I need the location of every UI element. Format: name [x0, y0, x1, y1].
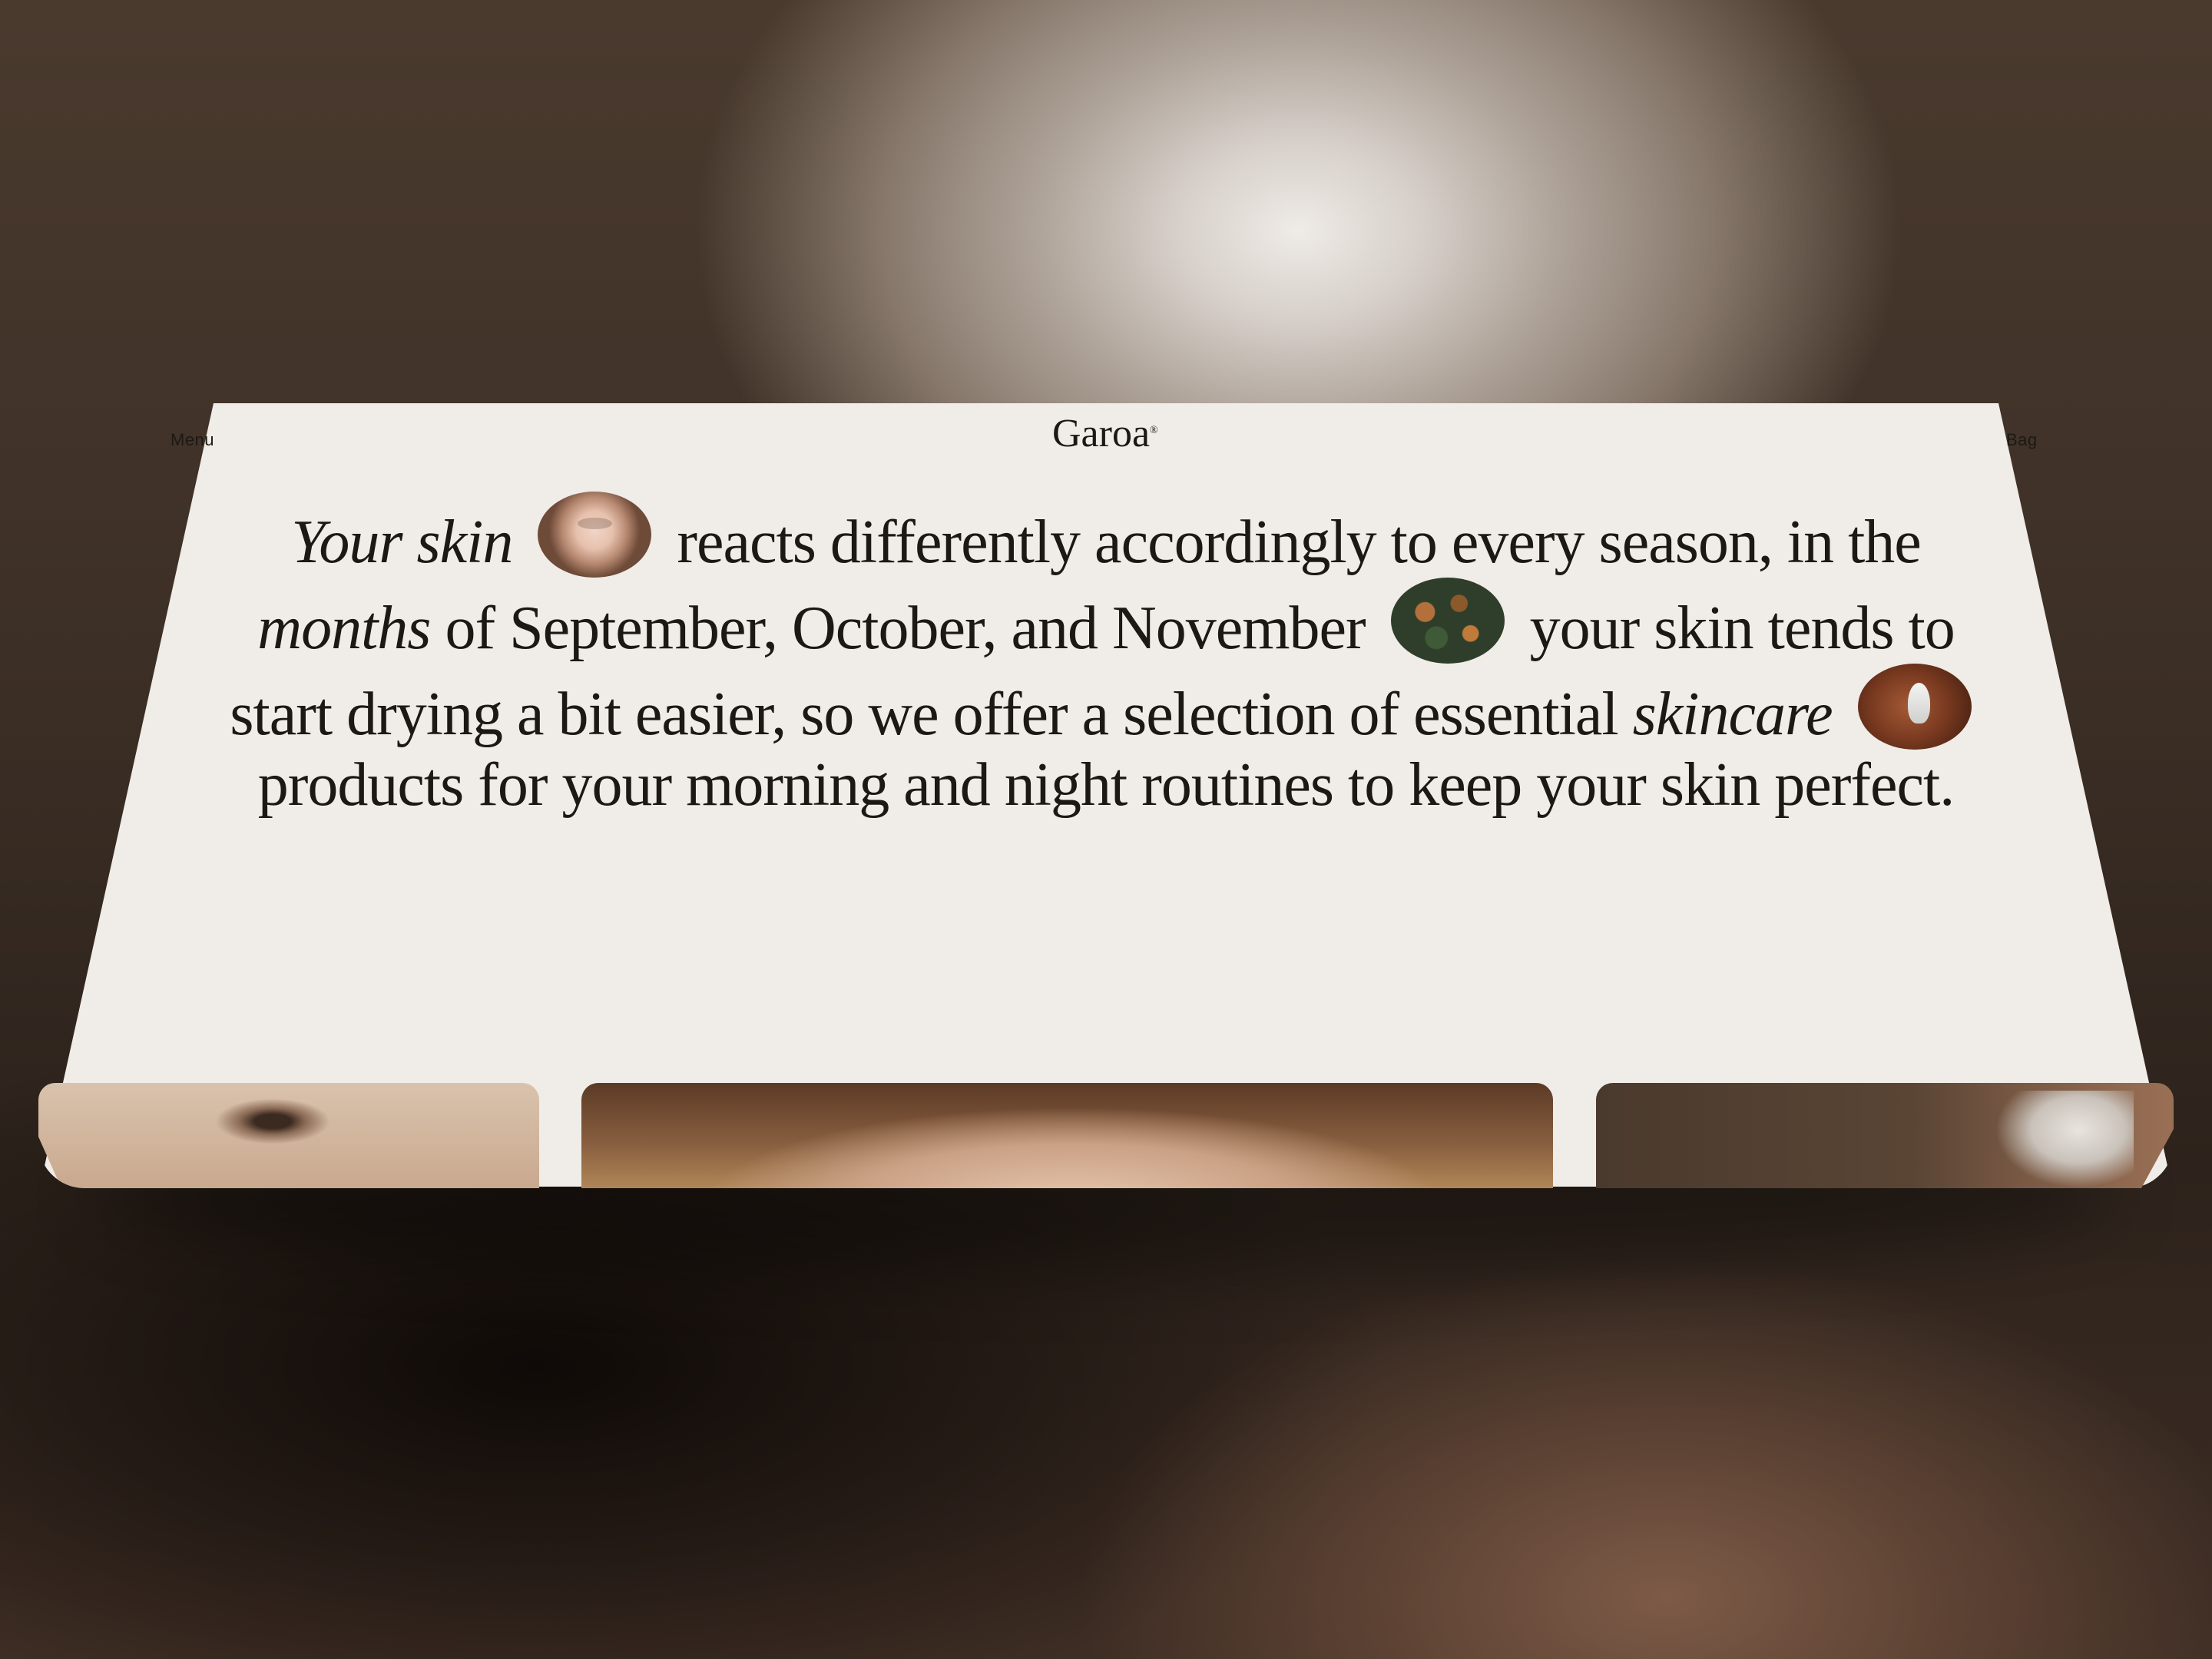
intro-part4: of September, October, and November — [445, 594, 1366, 662]
intro-part7: products for your morning and night rout… — [257, 751, 1955, 819]
bag-button[interactable]: Bag — [2006, 430, 2038, 450]
card-model-mask[interactable] — [1596, 1083, 2174, 1188]
intro-paragraph: Your skin reacts differently accordingly… — [207, 492, 2005, 820]
registered-mark: ® — [1150, 425, 1158, 436]
card-model-eye[interactable] — [38, 1083, 539, 1188]
face-thumbnail-image — [538, 492, 652, 578]
image-cards-row — [38, 1083, 2174, 1188]
menu-button[interactable]: Menu — [171, 430, 214, 450]
intro-part2: reacts differently accordingly to every … — [677, 508, 1921, 576]
intro-part6: skincare — [1632, 680, 1833, 748]
leaves-thumbnail-image — [1390, 578, 1505, 664]
brand-logo[interactable]: Garoa® — [1052, 411, 1158, 456]
brand-name: Garoa — [1052, 412, 1151, 455]
intro-part3: months — [257, 594, 431, 662]
card-model-hair[interactable] — [581, 1083, 1553, 1188]
intro-part1: Your skin — [291, 508, 513, 576]
product-thumbnail-image — [1857, 664, 1972, 750]
